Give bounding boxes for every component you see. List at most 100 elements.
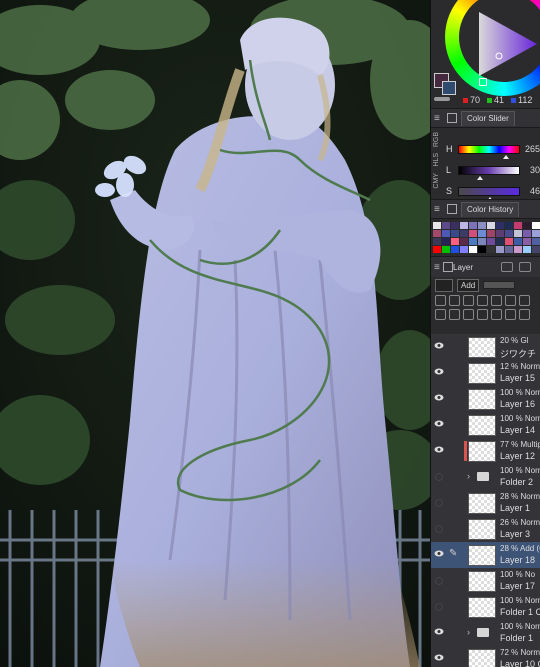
color-history-swatch[interactable] [442, 222, 450, 229]
layer-search-icon[interactable] [519, 262, 531, 272]
slider-lightness[interactable]: L 30 [446, 161, 540, 180]
eye-icon[interactable] [434, 628, 444, 635]
layer-row[interactable]: 100 % Norma Layer 16 [431, 386, 540, 413]
color-history-swatch[interactable] [460, 222, 468, 229]
new-folder-icon[interactable] [463, 308, 474, 320]
saturation-value-triangle[interactable] [475, 8, 540, 78]
layer-row[interactable]: ✎ 28 % Add (Gl Layer 18 [431, 542, 540, 569]
slider-saturation[interactable]: S 46 [446, 182, 540, 201]
transfer-down-icon[interactable] [477, 308, 488, 320]
color-history-swatch[interactable] [532, 246, 540, 253]
hidden-eye-icon[interactable] [435, 577, 443, 585]
eye-icon[interactable] [434, 654, 444, 661]
mode-tab-cmy[interactable]: CMY [433, 173, 442, 189]
color-history-swatch[interactable] [532, 230, 540, 237]
hidden-eye-icon[interactable] [435, 525, 443, 533]
color-history-swatch[interactable] [487, 230, 495, 237]
slider-saturation-track[interactable] [458, 186, 520, 201]
color-history-swatch[interactable] [514, 246, 522, 253]
color-history-swatch[interactable] [478, 238, 486, 245]
color-history-swatch[interactable] [478, 246, 486, 253]
tab-layer[interactable]: Layer [453, 263, 473, 272]
color-history-swatch[interactable] [442, 246, 450, 253]
hidden-eye-icon[interactable] [435, 473, 443, 481]
slider-hue[interactable]: H 265 [446, 140, 540, 159]
lock-icon[interactable] [477, 294, 488, 306]
slider-hue-track[interactable] [458, 144, 520, 159]
slider-saturation-value[interactable]: 46 [520, 186, 540, 196]
color-history-swatch[interactable] [451, 238, 459, 245]
color-history-swatch[interactable] [505, 222, 513, 229]
slider-lightness-value[interactable]: 30 [520, 165, 540, 175]
layer-row[interactable]: › 100 % Norma Folder 2 [431, 464, 540, 491]
color-history-swatch[interactable] [460, 246, 468, 253]
color-history-swatch[interactable] [487, 238, 495, 245]
color-history-swatch[interactable] [478, 230, 486, 237]
color-history-swatch[interactable] [478, 222, 486, 229]
color-history-swatch[interactable] [451, 230, 459, 237]
color-history-swatch[interactable] [469, 238, 477, 245]
color-history-swatch[interactable] [532, 238, 540, 245]
color-history-swatch[interactable] [514, 222, 522, 229]
new-raster-layer-icon[interactable] [435, 308, 446, 320]
color-history-swatch[interactable] [469, 230, 477, 237]
eye-icon[interactable] [434, 446, 444, 453]
drawing-canvas[interactable] [0, 0, 430, 667]
reference-icon[interactable] [449, 294, 460, 306]
new-vector-layer-icon[interactable] [449, 308, 460, 320]
mode-tab-rgb[interactable]: RGB [433, 132, 442, 147]
color-history-swatch[interactable] [433, 238, 441, 245]
layer-row[interactable]: 12 % Norma Layer 15 [431, 360, 540, 387]
layer-row[interactable]: 72 % Norma Layer 10 Co [431, 646, 540, 667]
eye-icon[interactable] [434, 550, 444, 557]
layer-property-icon[interactable] [501, 262, 513, 272]
delete-layer-icon[interactable] [519, 308, 530, 320]
draft-icon[interactable] [463, 294, 474, 306]
tab-color-history[interactable]: Color History [461, 201, 520, 217]
eye-icon[interactable] [434, 394, 444, 401]
color-history-swatch[interactable] [523, 222, 531, 229]
panel-menu-icon[interactable]: ≡ [434, 113, 443, 124]
color-history-swatch[interactable] [496, 238, 504, 245]
slider-hue-value[interactable]: 265 [520, 144, 540, 154]
color-history-swatch[interactable] [451, 222, 459, 229]
eye-icon[interactable] [434, 342, 444, 349]
eye-icon[interactable] [434, 368, 444, 375]
layer-color-select[interactable] [435, 278, 453, 292]
transparent-color-icon[interactable] [434, 97, 450, 101]
tab-color-slider[interactable]: Color Slider [461, 110, 515, 126]
color-history-swatch[interactable] [505, 246, 513, 253]
color-history-swatch[interactable] [523, 246, 531, 253]
eye-icon[interactable] [434, 420, 444, 427]
color-history-swatch[interactable] [505, 238, 513, 245]
hue-handle[interactable] [479, 78, 487, 86]
layer-row[interactable]: 28 % Norma Layer 1 [431, 490, 540, 517]
color-history-swatch[interactable] [433, 246, 441, 253]
color-history-swatch[interactable] [523, 230, 531, 237]
color-history-swatch[interactable] [496, 222, 504, 229]
color-history-swatch[interactable] [523, 238, 531, 245]
color-history-swatch[interactable] [442, 238, 450, 245]
chevron-right-icon[interactable]: › [467, 627, 470, 637]
layer-row[interactable]: 26 % Norma Layer 3 [431, 516, 540, 543]
color-history-swatch[interactable] [514, 238, 522, 245]
layer-row[interactable]: 100 % No Layer 17 [431, 568, 540, 595]
color-history-swatch[interactable] [487, 222, 495, 229]
layer-row[interactable]: 100 % Norma Folder 1 Co [431, 594, 540, 621]
lock-transparency-icon[interactable] [491, 294, 502, 306]
color-history-swatch[interactable] [469, 222, 477, 229]
layer-row[interactable]: 77 % Multipl Layer 12 [431, 438, 540, 465]
panel-menu-icon[interactable]: ≡ [434, 204, 443, 215]
slider-lightness-caret[interactable] [477, 175, 483, 180]
hidden-eye-icon[interactable] [435, 499, 443, 507]
color-history-swatch[interactable] [469, 246, 477, 253]
opacity-slider[interactable] [483, 281, 516, 289]
color-history-swatch[interactable] [451, 246, 459, 253]
color-history-swatch[interactable] [496, 230, 504, 237]
color-history-swatch[interactable] [514, 230, 522, 237]
slider-lightness-track[interactable] [458, 165, 520, 180]
ruler-icon[interactable] [519, 294, 530, 306]
combine-icon[interactable] [491, 308, 502, 320]
hidden-eye-icon[interactable] [435, 603, 443, 611]
panel-menu-icon[interactable]: ≡ [434, 262, 440, 273]
